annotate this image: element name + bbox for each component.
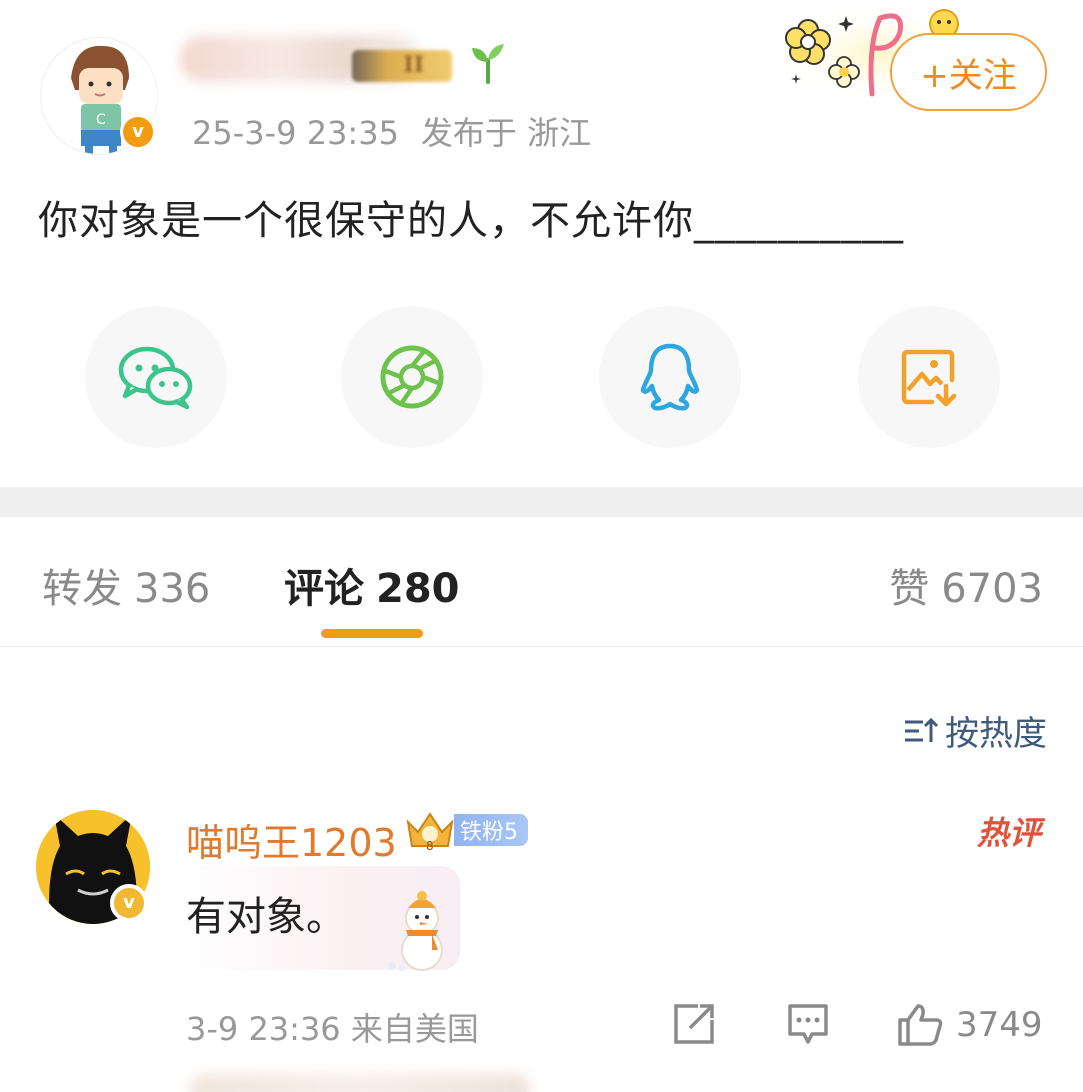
comment-text: 有对象。 [186,894,346,940]
level-badge-icon: II [352,50,452,82]
comment-share-button[interactable] [672,1002,716,1050]
sort-by-hot-button[interactable]: 按热度 [903,706,1047,755]
tab-repost[interactable]: 转发 336 [42,556,210,614]
sort-icon [905,717,939,742]
active-tab-indicator [321,629,423,638]
thumbs-up-icon [898,1004,943,1046]
save-image-icon [901,349,957,407]
comment-like-count: 3749 [956,1005,1043,1045]
follow-button[interactable]: +关注 [890,33,1047,111]
tab-comments[interactable]: 评论 280 [284,556,460,614]
comment-source: 来自美国 [350,1010,479,1048]
verified-badge-icon: v [120,114,156,150]
hot-comment-tag: 热评 [977,794,1054,854]
moments-icon [380,345,444,409]
share-save-image-button[interactable] [858,306,1000,448]
post-location: 发布于 浙江 [420,114,592,152]
fan-badge: 8 铁粉5 [402,808,528,852]
tab-divider [0,646,1083,647]
snowman-icon [388,891,443,971]
share-out-icon [674,1004,714,1044]
comment-reply-button[interactable] [786,1002,830,1050]
post-timestamp: 25-3-9 23:35 [192,114,399,152]
svg-text:C: C [96,112,106,128]
svg-text:8: 8 [426,839,434,852]
tab-likes[interactable]: 赞 6703 [889,556,1043,614]
comment-icon [788,1004,828,1044]
share-wechat-button[interactable] [85,306,227,448]
post-text: 你对象是一个很保守的人，不允许你__________ [38,198,904,244]
comment-time: 3-9 23:36 [186,1010,341,1048]
next-comment-blurred [190,1074,530,1092]
sprout-icon [472,44,504,84]
qq-icon [640,343,700,411]
verified-badge-icon: v [110,884,148,922]
share-moments-button[interactable] [341,306,483,448]
comment-meta: 3-9 23:36 来自美国 [186,1004,479,1050]
crown-icon: 8 [406,812,454,852]
commenter-username[interactable]: 喵呜王1203 [186,812,397,867]
comment-like-button[interactable]: 3749 [896,1002,1043,1048]
share-qq-button[interactable] [599,306,741,448]
wechat-icon [118,346,193,410]
post-meta: 25-3-9 23:35 发布于 浙江 [192,108,591,154]
section-divider [0,487,1083,517]
